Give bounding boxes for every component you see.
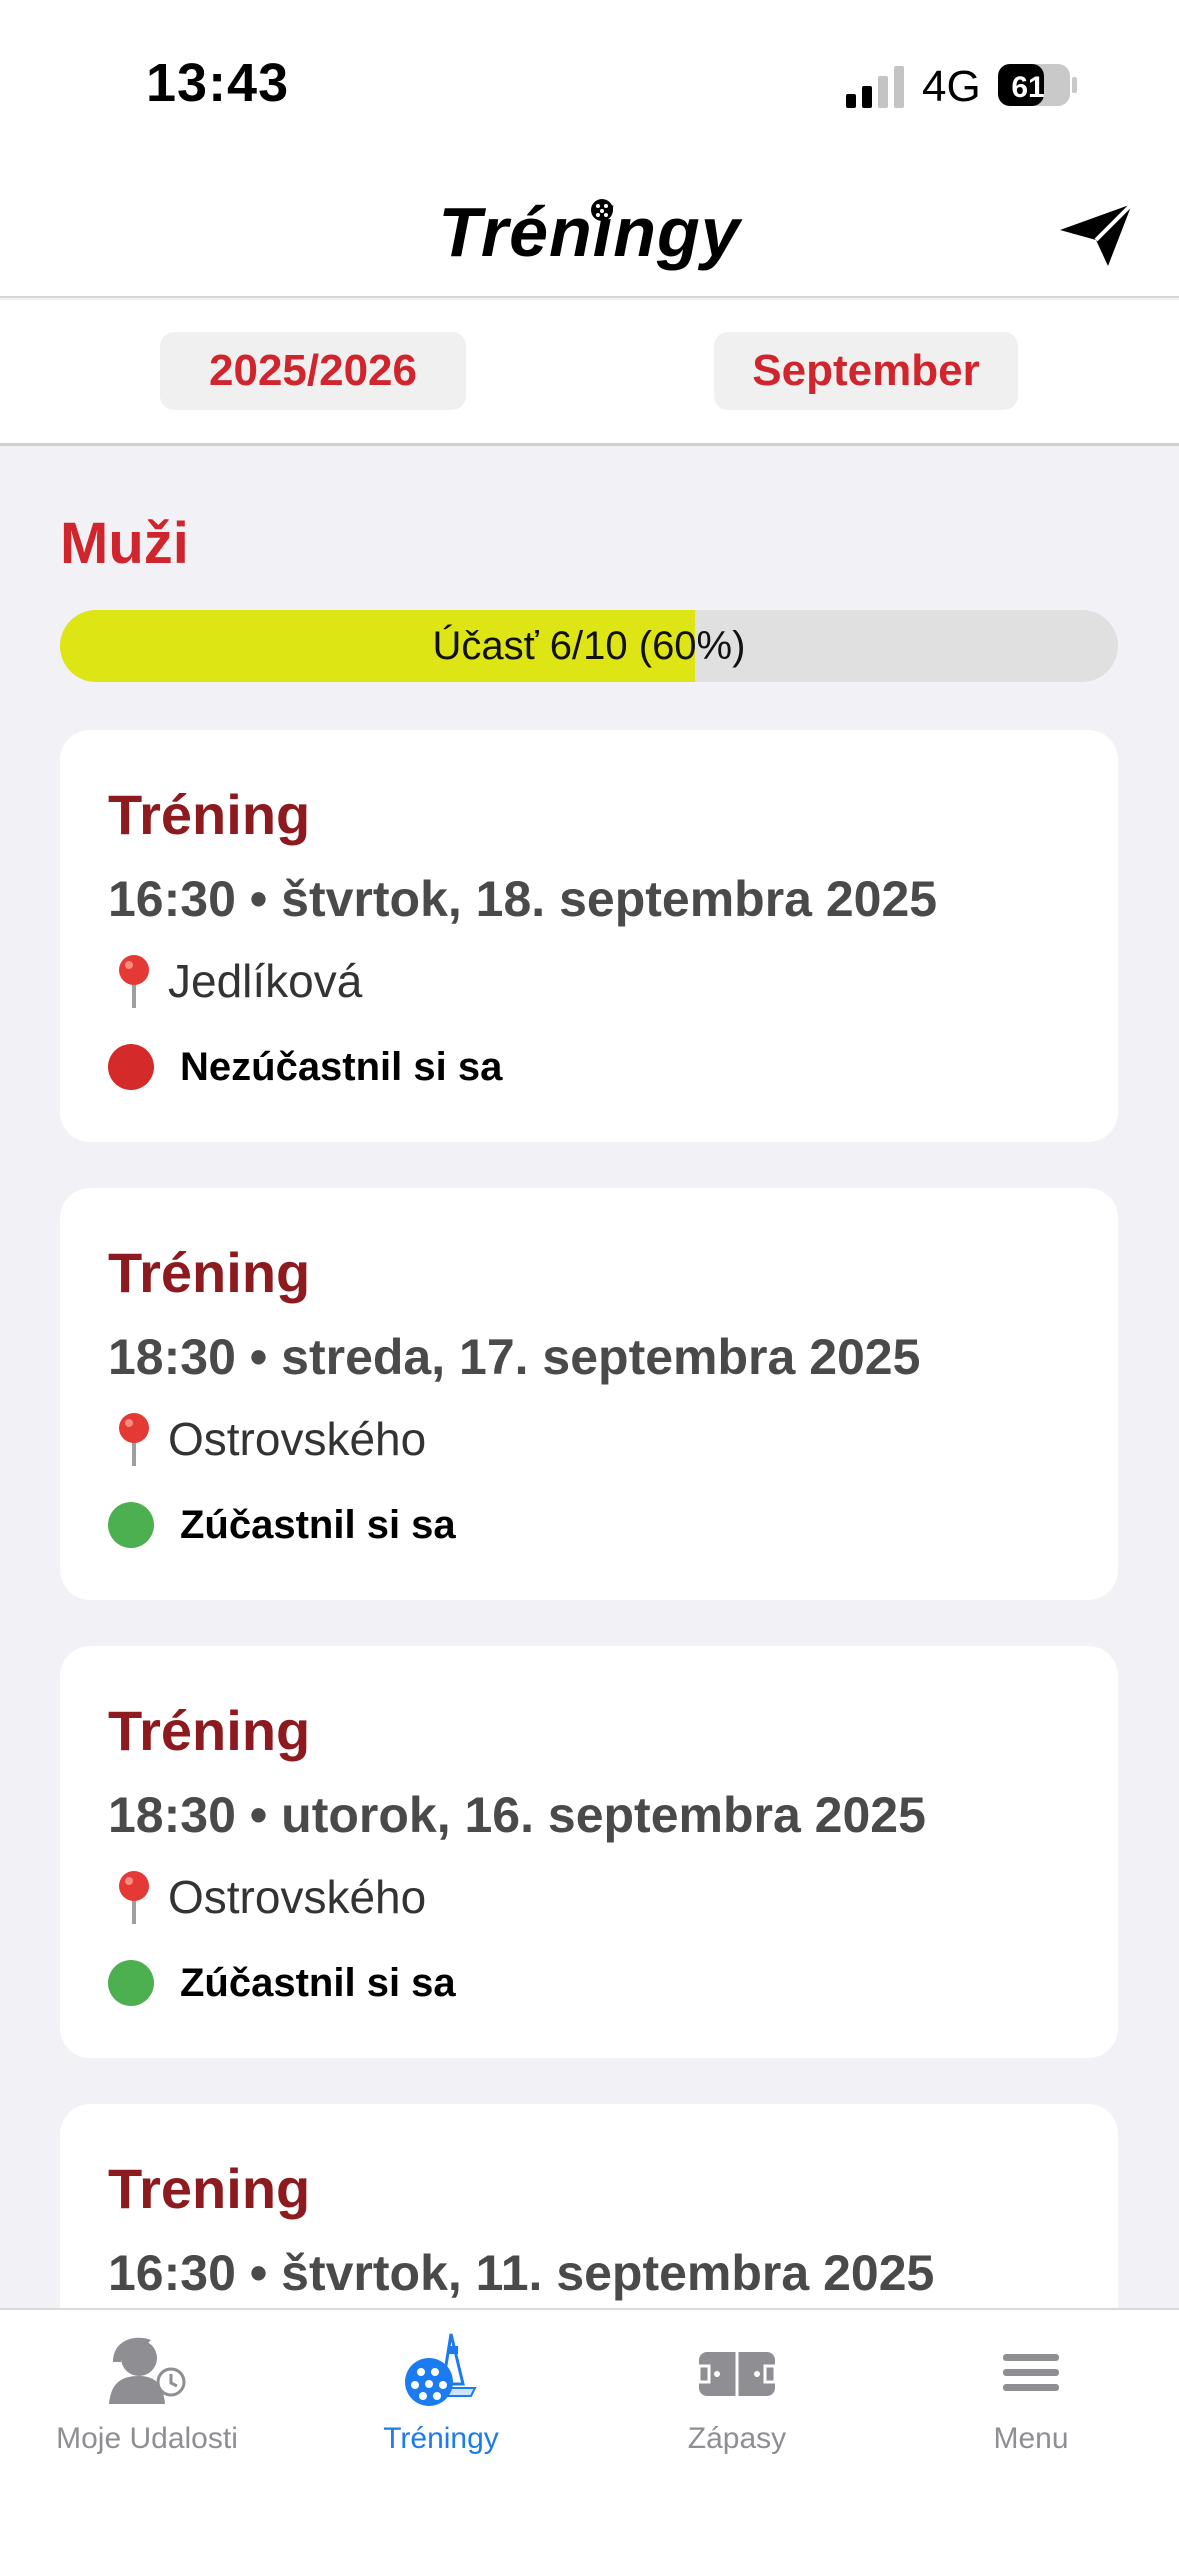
event-location: Ostrovského bbox=[108, 1868, 426, 1926]
attendance-label: Účasť 6/10 (60%) bbox=[432, 623, 746, 668]
attendance-status-label: Zúčastnil si sa bbox=[180, 1960, 456, 2005]
header: Tréningy bbox=[0, 170, 1179, 298]
tab-label: Zápasy bbox=[687, 2422, 787, 2455]
attendance-status: Zúčastnil si sa bbox=[108, 1502, 456, 1548]
signal-icon bbox=[846, 66, 904, 108]
event-datetime: 18:30 • utorok, 16. septembra 2025 bbox=[108, 1787, 926, 1843]
event-location-name: Ostrovského bbox=[168, 1871, 427, 1923]
network-type: 4G bbox=[922, 62, 981, 111]
event-card[interactable]: Tréning 16:30 • štvrtok, 18. septembra 2… bbox=[60, 730, 1118, 1142]
event-card[interactable]: Tréning 18:30 • streda, 17. septembra 20… bbox=[60, 1188, 1118, 1600]
attendance-status: Zúčastnil si sa bbox=[108, 1960, 456, 2006]
attendance-progress-bar: Účasť 6/10 (60%) bbox=[60, 610, 1118, 682]
month-selector[interactable]: September bbox=[714, 332, 1018, 410]
tab-label: Moje Udalosti bbox=[56, 2422, 238, 2455]
battery-level: 61 bbox=[1011, 71, 1044, 104]
hamburger-icon bbox=[1003, 2354, 1059, 2391]
attendance-status-label: Zúčastnil si sa bbox=[180, 1502, 456, 1547]
location-pin-icon bbox=[119, 1871, 149, 1924]
attendance-status: Nezúčastnil si sa bbox=[108, 1044, 502, 1090]
status-time: 13:43 bbox=[146, 53, 290, 113]
event-title: Trening bbox=[108, 2157, 311, 2220]
status-bar: 13:43 4G 61 bbox=[0, 0, 1179, 170]
ball-icon bbox=[591, 199, 613, 221]
event-location: Jedlíková bbox=[108, 952, 362, 1010]
season-selector[interactable]: 2025/2026 bbox=[160, 332, 466, 410]
event-card[interactable]: Tréning 18:30 • utorok, 16. septembra 20… bbox=[60, 1646, 1118, 2058]
event-datetime: 16:30 • štvrtok, 18. septembra 2025 bbox=[108, 871, 938, 927]
event-location-name: Jedlíková bbox=[168, 955, 363, 1007]
event-title: Tréning bbox=[108, 1699, 311, 1762]
attendance-status-label: Nezúčastnil si sa bbox=[180, 1044, 503, 1089]
filter-bar: 2025/2026 September bbox=[0, 300, 1179, 446]
tab-menu[interactable]: Menu bbox=[884, 2332, 1178, 2472]
event-datetime: 18:30 • streda, 17. septembra 2025 bbox=[108, 1329, 921, 1385]
tab-label: Tréningy bbox=[383, 2422, 499, 2455]
tab-zapasy[interactable]: Zápasy bbox=[590, 2332, 884, 2472]
event-title: Tréning bbox=[108, 783, 311, 846]
location-pin-icon bbox=[119, 1413, 149, 1466]
event-location-name: Ostrovského bbox=[168, 1413, 427, 1465]
send-icon[interactable] bbox=[1058, 202, 1134, 268]
battery-icon: 61 bbox=[998, 64, 1077, 106]
status-dot-icon bbox=[108, 1044, 154, 1090]
person-clock-icon bbox=[109, 2337, 186, 2404]
event-datetime: 16:30 • štvrtok, 11. septembra 2025 bbox=[108, 2245, 935, 2301]
tab-treningy[interactable]: Tréningy bbox=[294, 2332, 588, 2472]
rink-icon bbox=[697, 2352, 777, 2396]
status-dot-icon bbox=[108, 1502, 154, 1548]
event-title: Tréning bbox=[108, 1241, 311, 1304]
team-title: Muži bbox=[60, 511, 189, 576]
location-pin-icon bbox=[119, 955, 149, 1008]
status-dot-icon bbox=[108, 1960, 154, 2006]
event-location: Ostrovského bbox=[108, 1410, 426, 1468]
tab-bar: Moje Udalosti Tréningy Zápasy Menu bbox=[0, 2308, 1179, 2556]
floorball-icon bbox=[405, 2333, 477, 2406]
tab-label: Menu bbox=[993, 2422, 1069, 2455]
tab-moje-udalosti[interactable]: Moje Udalosti bbox=[0, 2332, 294, 2472]
